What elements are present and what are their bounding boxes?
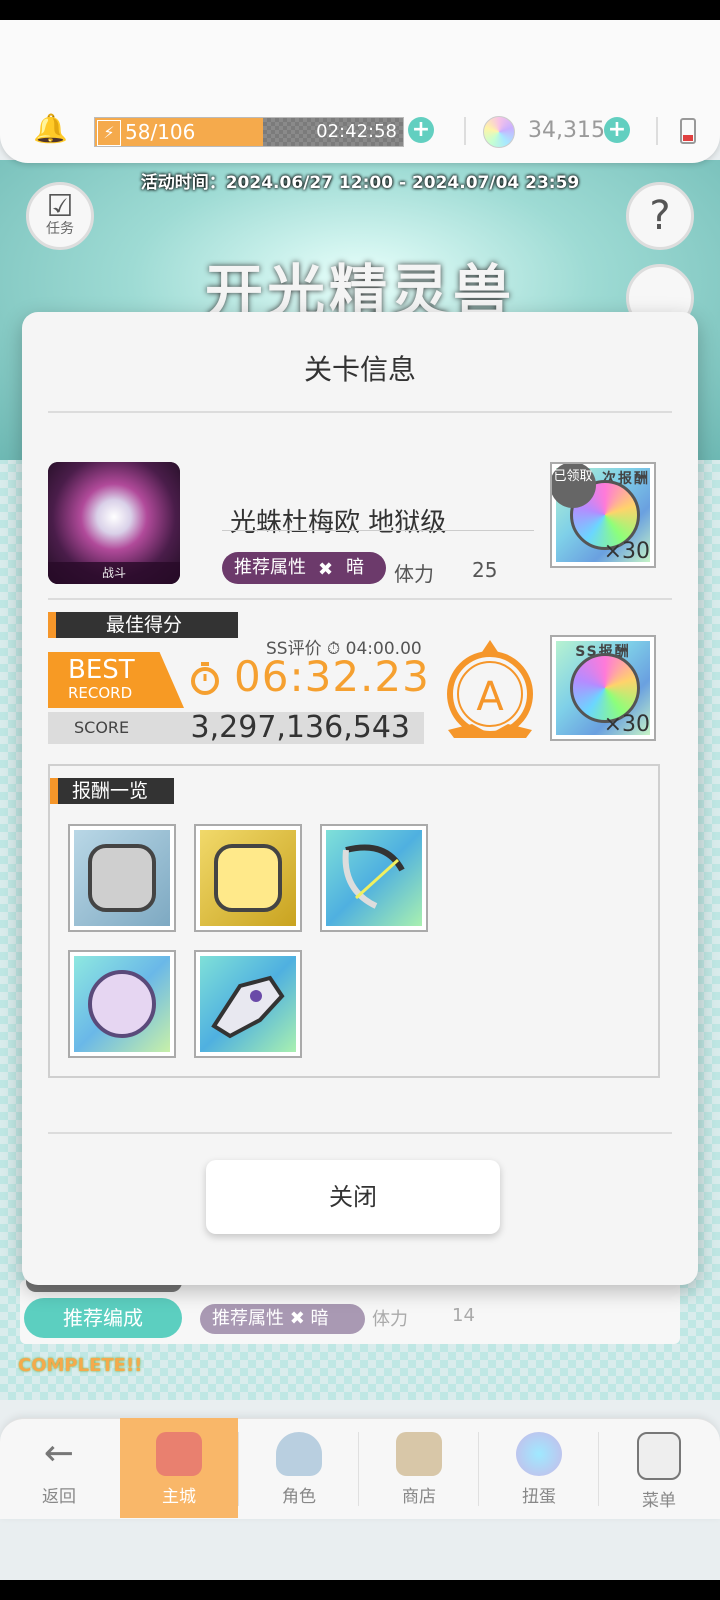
best-time: 06:32.23 — [234, 652, 430, 701]
nav-label: 商店 — [402, 1487, 436, 1507]
add-gem-button[interactable]: + — [604, 117, 630, 143]
stamina-text: 58/106 — [125, 120, 196, 144]
nav-divider — [238, 1432, 239, 1506]
best-record-badge: BEST RECORD — [48, 652, 184, 708]
stamina-bar: ⚡ 58/106 02:42:58 — [94, 117, 404, 147]
attribute-label: 暗 — [346, 557, 364, 578]
reward-quantity: ×30 — [603, 712, 650, 737]
character-icon — [276, 1432, 322, 1476]
shop-icon — [396, 1432, 442, 1476]
add-stamina-button[interactable]: + — [408, 117, 434, 143]
rewards-section-header: 报酬一览 — [50, 778, 174, 804]
stage-battle-label: 战斗 — [48, 562, 180, 584]
background-stamina-value: 14 — [452, 1305, 475, 1326]
best-score-section-header: 最佳得分 — [48, 612, 238, 638]
complete-tag: COMPLETE!! — [18, 1355, 143, 1376]
nav-character[interactable]: 角色 — [240, 1418, 358, 1518]
nav-label: 扭蛋 — [522, 1487, 556, 1507]
rank-emblem: A — [442, 638, 538, 740]
close-button[interactable]: 关闭 — [206, 1160, 500, 1234]
silver-coin-icon — [74, 830, 170, 926]
score-bar: SCORE 3,297,136,543 — [48, 710, 424, 745]
stamina-cost: 25 — [472, 558, 498, 582]
dialog-title: 关卡信息 — [303, 353, 416, 386]
stage-name: 光蛛杜梅欧 地狱级 — [230, 508, 447, 538]
stopwatch-icon — [190, 662, 220, 696]
stamina-timer: 02:42:58 — [316, 121, 397, 142]
nav-divider — [478, 1432, 479, 1506]
reward-item[interactable] — [68, 824, 176, 932]
divider — [48, 598, 672, 600]
stage-info-dialog: 关卡信息 战斗 光蛛杜梅欧 地狱级 推荐属性 ✖ 暗 体力 25 次报酬 ×30… — [22, 312, 698, 1285]
reward-item[interactable] — [68, 950, 176, 1058]
ss-reward-card[interactable]: SS报酬 ×30 — [550, 635, 656, 741]
divider — [48, 411, 672, 413]
divider — [48, 1132, 672, 1134]
stage-boss-image: 战斗 — [48, 462, 180, 584]
back-button[interactable]: ← 返回 — [0, 1418, 118, 1518]
nav-divider — [598, 1432, 599, 1506]
reward-item[interactable] — [320, 824, 428, 932]
nav-label: 菜单 — [642, 1491, 676, 1511]
lightning-icon: ⚡ — [97, 120, 121, 146]
score-value: 3,297,136,543 — [190, 710, 410, 745]
bell-icon[interactable]: 🔔 — [33, 112, 68, 145]
system-nav-bar — [0, 1580, 720, 1600]
main-city-icon — [156, 1432, 202, 1476]
gacha-icon — [516, 1432, 562, 1476]
menu-icon — [637, 1432, 681, 1480]
back-arrow-icon: ← — [43, 1433, 75, 1474]
dark-attribute-icon: ✖ — [318, 559, 334, 580]
divider — [464, 117, 466, 145]
divider — [222, 530, 534, 531]
recommended-attribute-pill: 推荐属性 ✖ 暗 — [222, 552, 386, 584]
gem-count: 34,315 — [528, 118, 605, 143]
event-banner-title: 开光精灵兽 — [204, 258, 515, 326]
rewards-list-box: 报酬一览 — [48, 764, 660, 1078]
nav-shop[interactable]: 商店 — [360, 1418, 478, 1518]
background-attribute-pill: 推荐属性 ✖ 暗 — [200, 1304, 365, 1334]
nav-divider — [358, 1432, 359, 1506]
recommend-label: 推荐属性 — [234, 557, 306, 578]
rewards-label: 报酬一览 — [72, 780, 149, 802]
reward-item[interactable] — [194, 950, 302, 1058]
reward-quantity: ×30 — [603, 539, 650, 564]
nav-menu[interactable]: 菜单 — [600, 1418, 718, 1518]
nav-gacha[interactable]: 扭蛋 — [480, 1418, 598, 1518]
rainbow-coin-icon — [74, 956, 170, 1052]
task-button[interactable]: ☑ 任务 — [26, 182, 94, 250]
task-label: 任务 — [46, 221, 74, 237]
gold-coin-icon — [200, 830, 296, 926]
dragon-armor-icon — [200, 956, 296, 1052]
battery-icon — [680, 118, 696, 144]
nav-main-city[interactable]: 主城 — [120, 1418, 238, 1518]
bow-weapon-icon — [326, 830, 422, 926]
divider — [656, 117, 658, 145]
svg-text:A: A — [476, 674, 504, 720]
system-status-bar — [0, 0, 720, 20]
event-time-text: 活动时间：2024.06/27 12:00 - 2024.07/04 23:59 — [140, 173, 580, 193]
claimed-badge: 已领取 — [552, 464, 596, 508]
nav-label: 角色 — [282, 1487, 316, 1507]
background-stamina-label: 体力 — [372, 1309, 408, 1330]
nav-label: 主城 — [162, 1487, 196, 1507]
stamina-label: 体力 — [394, 562, 434, 586]
gem-icon — [483, 116, 515, 148]
back-label: 返回 — [42, 1487, 76, 1507]
first-clear-reward-card[interactable]: 次报酬 ×30 已领取 — [550, 462, 656, 568]
best-score-label: 最佳得分 — [106, 614, 183, 636]
recommend-team-button[interactable]: 推荐编成 — [24, 1298, 182, 1338]
help-button[interactable]: ? — [626, 182, 694, 250]
score-label: SCORE — [74, 718, 130, 737]
reward-item[interactable] — [194, 824, 302, 932]
